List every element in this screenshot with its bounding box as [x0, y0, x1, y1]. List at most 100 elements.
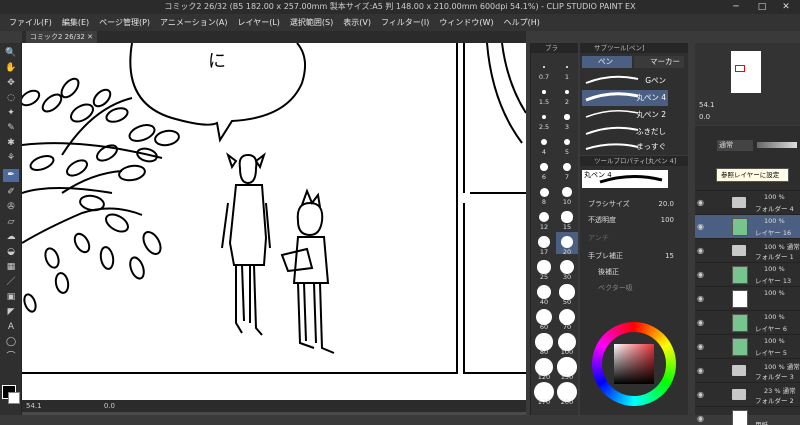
menu-window[interactable]: ウィンドウ(W) — [434, 14, 498, 31]
brush-straight[interactable]: まっすぐ — [582, 139, 668, 155]
visibility-eye-icon[interactable]: ◉ — [697, 342, 707, 352]
visibility-eye-icon[interactable]: ◉ — [697, 390, 707, 400]
brush-size-3[interactable]: 3 — [556, 107, 578, 131]
brush-size-10[interactable]: 10 — [556, 182, 578, 206]
brush-maru-pen-2[interactable]: 丸ペン 2 — [582, 107, 668, 123]
lasso-tool-icon[interactable]: ◌ — [3, 92, 19, 105]
menu-view[interactable]: 表示(V) — [338, 14, 376, 31]
brush-size-25[interactable]: 25 — [533, 257, 555, 281]
visibility-eye-icon[interactable]: ◉ — [697, 246, 707, 256]
prop-antialias[interactable]: アンチ — [588, 232, 674, 245]
brush-size-2.5[interactable]: 2.5 — [533, 107, 555, 131]
navigator-zoom[interactable]: 54.1 — [699, 101, 715, 109]
brush-size-12[interactable]: 12 — [533, 207, 555, 231]
visibility-eye-icon[interactable]: ◉ — [697, 414, 707, 424]
menu-selection[interactable]: 選択範囲(S) — [285, 14, 338, 31]
prop-value[interactable]: 100 — [661, 214, 674, 227]
gradient-tool-icon[interactable]: ▦ — [3, 261, 19, 274]
visibility-eye-icon[interactable]: ◉ — [697, 198, 707, 208]
layer-row[interactable]: ◉ 100 % 通常 フォルダー 1 — [695, 238, 800, 263]
text-tool-icon[interactable]: A — [3, 321, 19, 334]
menu-layer[interactable]: レイヤー(L) — [232, 14, 284, 31]
navigator-thumbnail[interactable] — [731, 51, 761, 93]
prop-post-correction[interactable]: 後補正 — [588, 266, 674, 279]
brush-size-0.7[interactable]: 0.7 — [533, 57, 555, 81]
opacity-slider[interactable] — [757, 142, 797, 148]
brush-size-4[interactable]: 4 — [533, 132, 555, 156]
brush-maru-pen-4[interactable]: 丸ペン 4 — [582, 90, 668, 106]
correct-line-tool-icon[interactable]: ⌒ — [3, 351, 19, 364]
fill-tool-icon[interactable]: ◒ — [3, 246, 19, 259]
wand-tool-icon[interactable]: ✦ — [3, 107, 19, 120]
brush-size-2[interactable]: 2 — [556, 82, 578, 106]
brush-size-40[interactable]: 40 — [533, 282, 555, 306]
brush-size-15[interactable]: 15 — [556, 207, 578, 231]
tab-marker[interactable]: マーカー — [634, 56, 684, 68]
menu-file[interactable]: ファイル(F) — [4, 14, 57, 31]
pencil-tool-icon[interactable]: ✐ — [3, 186, 19, 199]
brush-size-170[interactable]: 170 — [533, 382, 555, 406]
ruler-tool-icon[interactable]: ◤ — [3, 306, 19, 319]
sub-color-swatch[interactable] — [8, 392, 20, 404]
blend-mode-select[interactable]: 通常 — [717, 140, 753, 151]
zoom-value[interactable]: 54.1 — [26, 402, 42, 410]
balloon-tool-icon[interactable]: ◯ — [3, 336, 19, 349]
close-button[interactable]: ✕ — [772, 0, 800, 14]
brush-size-30[interactable]: 30 — [556, 257, 578, 281]
brush-size-50[interactable]: 50 — [556, 282, 578, 306]
brush-size-7[interactable]: 7 — [556, 157, 578, 181]
navigator-angle[interactable]: 0.0 — [699, 113, 710, 121]
layer-row[interactable]: ◉ 用紙 — [695, 406, 800, 425]
prop-brush-size[interactable]: ブラシサイズ 20.0 — [588, 198, 674, 211]
tab-pen[interactable]: ペン — [582, 56, 632, 68]
brush-g-pen[interactable]: Gペン — [582, 73, 668, 89]
eraser-tool-icon[interactable]: ▱ — [3, 216, 19, 229]
prop-value[interactable]: 20.0 — [658, 198, 674, 211]
prop-stabilization[interactable]: 手ブレ補正 15 — [588, 250, 674, 263]
blend-tool-icon[interactable]: ☁ — [3, 231, 19, 244]
prop-value[interactable]: 15 — [665, 250, 674, 263]
angle-value[interactable]: 0.0 — [104, 402, 115, 410]
layer-row[interactable]: ◉ 100 % レイヤー 6 — [695, 310, 800, 335]
brush-size-6[interactable]: 6 — [533, 157, 555, 181]
menu-animation[interactable]: アニメーション(A) — [155, 14, 232, 31]
menu-page[interactable]: ページ管理(P) — [94, 14, 155, 31]
frame-tool-icon[interactable]: ▣ — [3, 291, 19, 304]
visibility-eye-icon[interactable]: ◉ — [697, 318, 707, 328]
brush-tool-icon[interactable]: ✱ — [3, 137, 19, 150]
brush-balloon[interactable]: ふきだし — [582, 124, 668, 140]
menu-filter[interactable]: フィルター(I) — [376, 14, 434, 31]
brush-size-100[interactable]: 100 — [556, 332, 578, 356]
pen-tool-icon[interactable]: ✒ — [3, 169, 19, 182]
document-tab[interactable]: コミック2 26/32 ✕ — [26, 31, 97, 43]
layer-row[interactable]: ◉ 100 % レイヤー 16 — [695, 214, 800, 239]
brush-size-1.5[interactable]: 1.5 — [533, 82, 555, 106]
menu-edit[interactable]: 編集(E) — [57, 14, 94, 31]
visibility-eye-icon[interactable]: ◉ — [697, 270, 707, 280]
menu-help[interactable]: ヘルプ(H) — [499, 14, 545, 31]
brush-size-8[interactable]: 8 — [533, 182, 555, 206]
visibility-eye-icon[interactable]: ◉ — [697, 222, 707, 232]
prop-opacity[interactable]: 不透明度 100 — [588, 214, 674, 227]
minimize-button[interactable]: ─ — [722, 0, 750, 14]
layer-row[interactable]: ◉ 100 % レイヤー 13 — [695, 262, 800, 287]
visibility-eye-icon[interactable]: ◉ — [697, 294, 707, 304]
decoration-tool-icon[interactable]: ⚘ — [3, 152, 19, 165]
brush-size-20[interactable]: 20 — [556, 232, 578, 256]
layer-row[interactable]: ◉ 100 % 通常 フォルダー 3 — [695, 358, 800, 383]
layer-row[interactable]: ◉ 100 % レイヤー 5 — [695, 334, 800, 359]
brush-size-80[interactable]: 80 — [533, 332, 555, 356]
layer-row[interactable]: ◉ 23 % 通常 フォルダー 2 — [695, 382, 800, 407]
navigator-viewport[interactable] — [735, 65, 745, 72]
figure-tool-icon[interactable]: ／ — [3, 276, 19, 289]
visibility-eye-icon[interactable]: ◉ — [697, 366, 707, 376]
layer-row[interactable]: ◉ 100 % — [695, 286, 800, 311]
prop-vector-snap[interactable]: ベクター吸 — [588, 282, 674, 295]
layer-row[interactable]: ◉ 100 % フォルダー 4 — [695, 190, 800, 215]
brush-size-17[interactable]: 17 — [533, 232, 555, 256]
brush-size-70[interactable]: 70 — [556, 307, 578, 331]
saturation-square[interactable] — [614, 344, 654, 384]
canvas-page[interactable]: に — [19, 42, 527, 400]
hand-tool-icon[interactable]: ✋ — [3, 62, 19, 75]
move-tool-icon[interactable]: ✥ — [3, 77, 19, 90]
